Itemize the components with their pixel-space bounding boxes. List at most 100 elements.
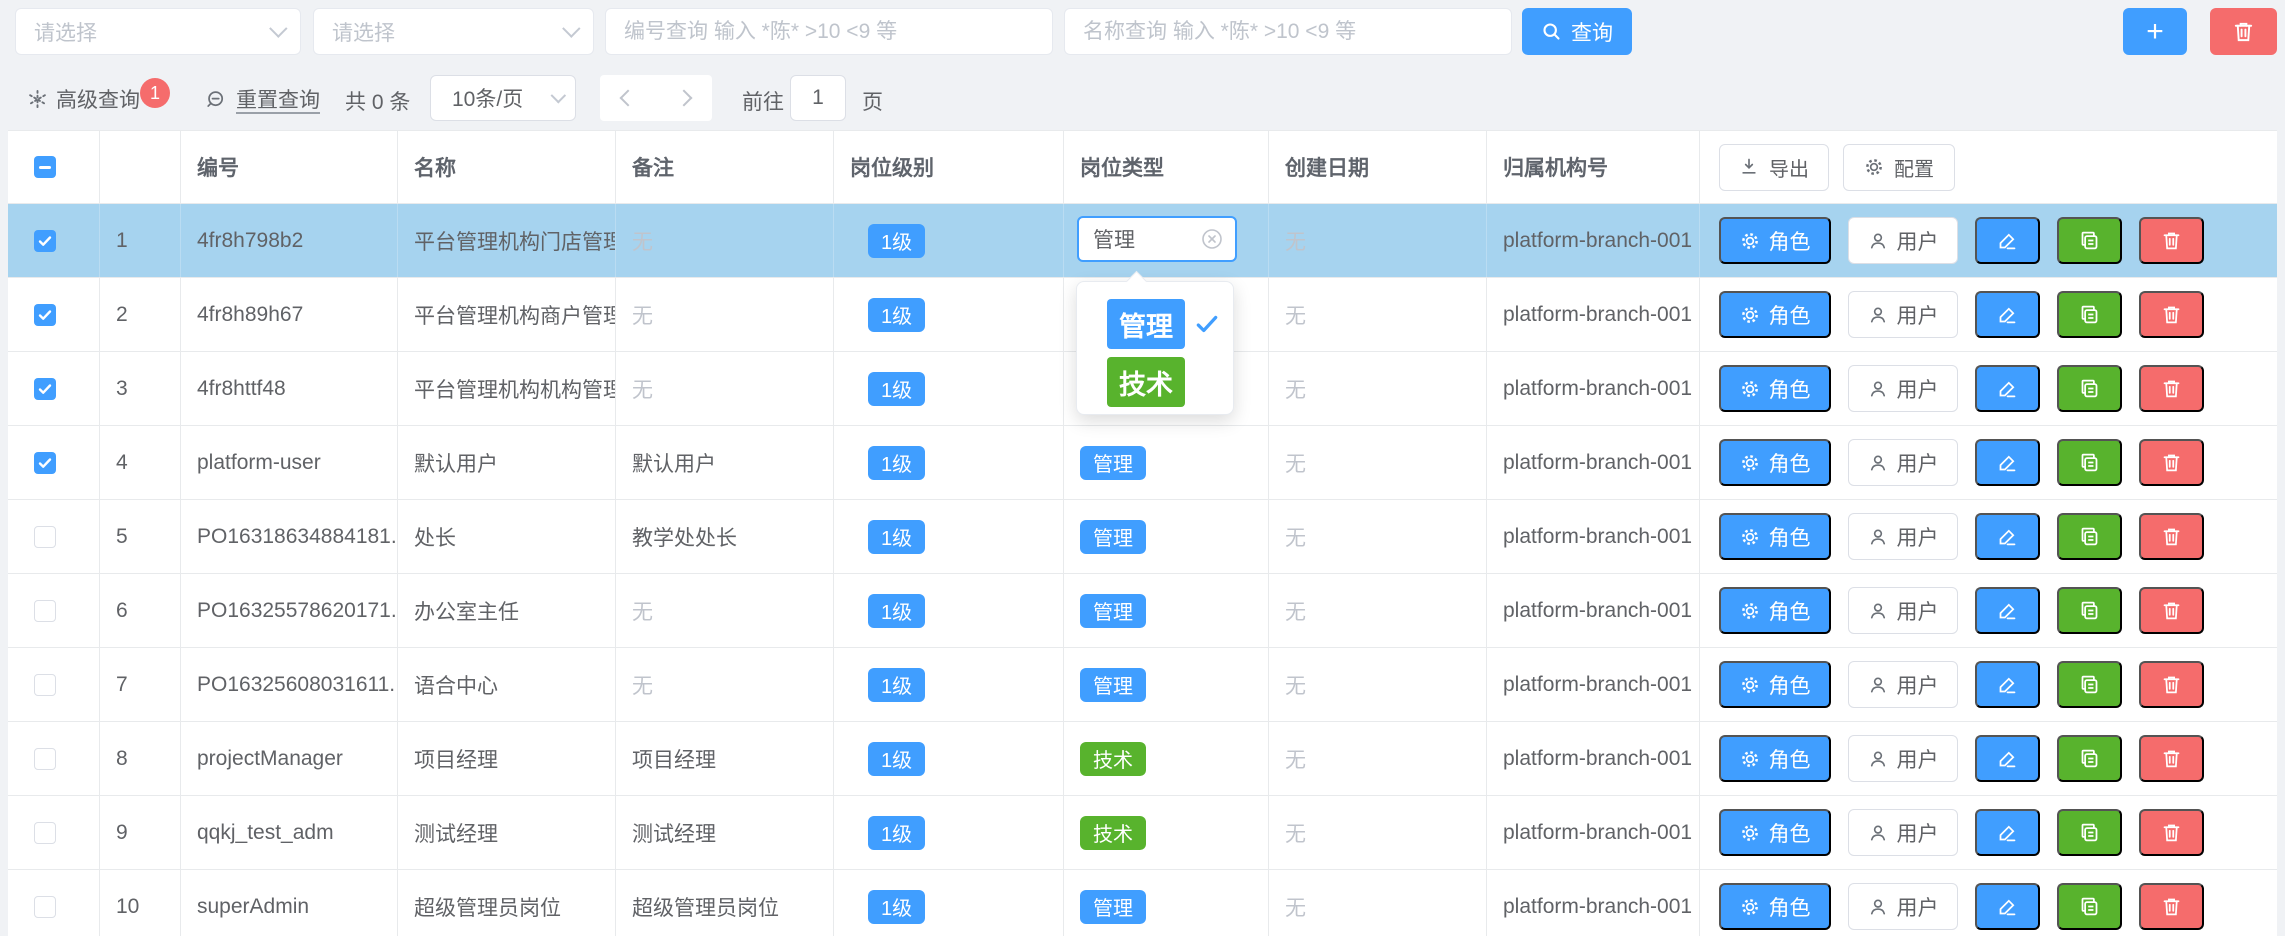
user-button-label: 用户 bbox=[1897, 744, 1939, 774]
code-cell: 4fr8h89h67 bbox=[181, 278, 398, 351]
role-button[interactable]: 角色 bbox=[1719, 291, 1831, 338]
query-button[interactable]: 查询 bbox=[1522, 8, 1632, 55]
filter-select-2[interactable]: 请选择 bbox=[313, 8, 594, 55]
user-button[interactable]: 用户 bbox=[1848, 809, 1958, 856]
copy-button[interactable] bbox=[2057, 217, 2122, 264]
delete-button[interactable] bbox=[2139, 439, 2204, 486]
row-checkbox[interactable] bbox=[34, 600, 56, 622]
row-checkbox[interactable] bbox=[34, 230, 56, 252]
copy-button[interactable] bbox=[2057, 735, 2122, 782]
row-checkbox[interactable] bbox=[34, 896, 56, 918]
user-button[interactable]: 用户 bbox=[1848, 735, 1958, 782]
trash-icon bbox=[2161, 748, 2182, 769]
edit-button[interactable] bbox=[1975, 809, 2040, 856]
delete-button[interactable] bbox=[2139, 513, 2204, 560]
role-button[interactable]: 角色 bbox=[1719, 661, 1831, 708]
remark-cell: 超级管理员岗位 bbox=[616, 870, 834, 936]
edit-button[interactable] bbox=[1975, 217, 2040, 264]
row-checkbox[interactable] bbox=[34, 452, 56, 474]
edit-button[interactable] bbox=[1975, 439, 2040, 486]
user-button[interactable]: 用户 bbox=[1848, 661, 1958, 708]
header-code: 编号 bbox=[181, 131, 398, 203]
export-button[interactable]: 导出 bbox=[1719, 144, 1829, 191]
delete-button[interactable] bbox=[2139, 883, 2204, 930]
position-management-page: { "colors": { "primary": "#409eff", "suc… bbox=[0, 0, 2285, 936]
user-button[interactable]: 用户 bbox=[1848, 883, 1958, 930]
delete-button[interactable] bbox=[2139, 735, 2204, 782]
delete-selected-button[interactable] bbox=[2210, 8, 2277, 55]
role-button[interactable]: 角色 bbox=[1719, 513, 1831, 560]
copy-button[interactable] bbox=[2057, 439, 2122, 486]
page-size-select[interactable]: 10条/页 bbox=[430, 75, 576, 121]
copy-button[interactable] bbox=[2057, 291, 2122, 338]
row-checkbox[interactable] bbox=[34, 748, 56, 770]
dropdown-option-tech[interactable]: 技术 bbox=[1077, 354, 1233, 410]
user-button[interactable]: 用户 bbox=[1848, 513, 1958, 560]
user-button[interactable]: 用户 bbox=[1848, 439, 1958, 486]
edit-button[interactable] bbox=[1975, 735, 2040, 782]
row-checkbox[interactable] bbox=[34, 304, 56, 326]
created-text: 无 bbox=[1285, 522, 1306, 552]
copy-button[interactable] bbox=[2057, 661, 2122, 708]
table-row[interactable]: 6 PO16325578620171... 办公室主任 无 1级 管理 无 pl… bbox=[8, 574, 2277, 648]
remark-text: 无 bbox=[632, 596, 653, 626]
query-button-label: 查询 bbox=[1571, 17, 1613, 47]
name-cell: 语合中心 bbox=[398, 648, 616, 721]
edit-button[interactable] bbox=[1975, 291, 2040, 338]
delete-button[interactable] bbox=[2139, 217, 2204, 264]
row-checkbox[interactable] bbox=[34, 378, 56, 400]
role-button[interactable]: 角色 bbox=[1719, 735, 1831, 782]
role-button[interactable]: 角色 bbox=[1719, 365, 1831, 412]
advanced-query-button[interactable]: 高级查询 bbox=[28, 84, 140, 114]
table-row[interactable]: 4 platform-user 默认用户 默认用户 1级 管理 无 platfo… bbox=[8, 426, 2277, 500]
delete-button[interactable] bbox=[2139, 291, 2204, 338]
goto-page-input[interactable] bbox=[790, 75, 846, 121]
copy-button[interactable] bbox=[2057, 587, 2122, 634]
copy-button[interactable] bbox=[2057, 365, 2122, 412]
table-row[interactable]: 10 superAdmin 超级管理员岗位 超级管理员岗位 1级 管理 无 pl… bbox=[8, 870, 2277, 936]
add-button[interactable]: + bbox=[2123, 8, 2187, 55]
table-row[interactable]: 7 PO16325608031611... 语合中心 无 1级 管理 无 pla… bbox=[8, 648, 2277, 722]
table-row[interactable]: 8 projectManager 项目经理 项目经理 1级 技术 无 platf… bbox=[8, 722, 2277, 796]
edit-button[interactable] bbox=[1975, 587, 2040, 634]
delete-button[interactable] bbox=[2139, 661, 2204, 708]
edit-button[interactable] bbox=[1975, 513, 2040, 560]
name-cell: 平台管理机构商户管理员 bbox=[398, 278, 616, 351]
role-button[interactable]: 角色 bbox=[1719, 809, 1831, 856]
edit-button[interactable] bbox=[1975, 365, 2040, 412]
delete-button[interactable] bbox=[2139, 809, 2204, 856]
role-button[interactable]: 角色 bbox=[1719, 883, 1831, 930]
user-button[interactable]: 用户 bbox=[1848, 291, 1958, 338]
filter-select-1[interactable]: 请选择 bbox=[15, 8, 301, 55]
edit-button[interactable] bbox=[1975, 661, 2040, 708]
config-button[interactable]: 配置 bbox=[1843, 144, 1955, 191]
copy-button[interactable] bbox=[2057, 513, 2122, 560]
role-button[interactable]: 角色 bbox=[1719, 217, 1831, 264]
row-index: 6 bbox=[100, 574, 181, 647]
user-button[interactable]: 用户 bbox=[1848, 365, 1958, 412]
row-checkbox[interactable] bbox=[34, 674, 56, 696]
code-search-input[interactable] bbox=[624, 20, 1034, 44]
select-all-checkbox[interactable] bbox=[34, 156, 56, 178]
type-select-input[interactable]: 管理 bbox=[1077, 216, 1237, 262]
copy-button[interactable] bbox=[2057, 809, 2122, 856]
table-row[interactable]: 5 PO16318634884181... 处长 教学处处长 1级 管理 无 p… bbox=[8, 500, 2277, 574]
dropdown-option-manage[interactable]: 管理 bbox=[1077, 296, 1233, 352]
prev-page-button[interactable] bbox=[620, 90, 637, 107]
created-cell: 无 bbox=[1269, 426, 1487, 499]
user-button[interactable]: 用户 bbox=[1848, 587, 1958, 634]
delete-button[interactable] bbox=[2139, 365, 2204, 412]
role-button[interactable]: 角色 bbox=[1719, 587, 1831, 634]
role-button[interactable]: 角色 bbox=[1719, 439, 1831, 486]
copy-button[interactable] bbox=[2057, 883, 2122, 930]
next-page-button[interactable] bbox=[676, 90, 693, 107]
name-search-input[interactable] bbox=[1083, 20, 1493, 44]
delete-button[interactable] bbox=[2139, 587, 2204, 634]
clear-icon[interactable] bbox=[1200, 227, 1224, 251]
edit-button[interactable] bbox=[1975, 883, 2040, 930]
table-row[interactable]: 9 qqkj_test_adm 测试经理 测试经理 1级 技术 无 platfo… bbox=[8, 796, 2277, 870]
user-button[interactable]: 用户 bbox=[1848, 217, 1958, 264]
row-checkbox[interactable] bbox=[34, 822, 56, 844]
row-checkbox[interactable] bbox=[34, 526, 56, 548]
reset-query-button[interactable]: 重置查询 bbox=[206, 84, 320, 114]
